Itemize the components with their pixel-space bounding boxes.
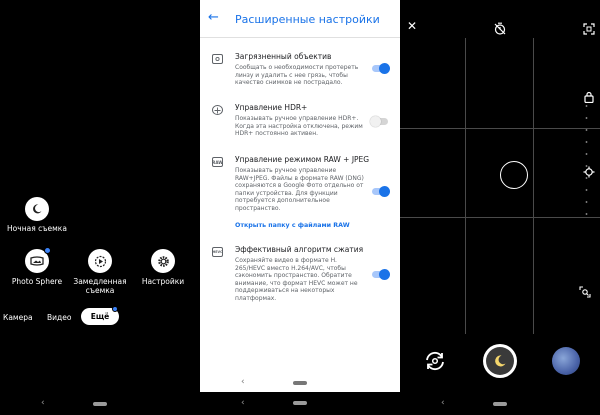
slowmo-mode-button[interactable] <box>88 249 112 273</box>
nav-home-pill[interactable] <box>93 402 107 406</box>
tab-more[interactable]: Ещё <box>81 306 119 325</box>
setting-description: Сообщать о необходимости протереть линзу… <box>235 64 359 87</box>
grid-line <box>465 38 466 334</box>
slowmo-mode-label: Замедленная съемка <box>73 277 127 295</box>
gear-icon <box>157 255 169 267</box>
timer-off-icon[interactable] <box>494 20 506 39</box>
nav-back-icon[interactable]: ‹ <box>241 398 245 408</box>
open-raw-folder-link[interactable]: Открыть папку с файлами RAW <box>235 222 350 229</box>
toggle-switch[interactable] <box>370 116 388 127</box>
advanced-settings-screen: ← Расширенные настройки Загрязненный объ… <box>200 0 400 415</box>
photosphere-mode-label: Photo Sphere <box>11 277 63 286</box>
night-shutter-icon <box>495 355 506 367</box>
setting-title: Эффективный алгоритм сжатия <box>235 245 364 254</box>
night-mode-button[interactable] <box>25 197 49 221</box>
viewfinder-screen: ✕ ‹ <box>400 0 600 415</box>
toggle-switch[interactable] <box>372 269 390 280</box>
setting-title: Управление режимом RAW + JPEG <box>235 155 370 164</box>
grid-line <box>400 128 600 129</box>
setting-description: Показывать ручное управление RAW+JPEG. Ф… <box>235 167 364 212</box>
nav-home-pill[interactable] <box>293 401 307 405</box>
settings-button[interactable] <box>151 249 175 273</box>
settings-label: Настройки <box>141 277 185 286</box>
close-icon[interactable]: ✕ <box>407 19 417 33</box>
gallery-thumbnail[interactable] <box>552 347 580 375</box>
system-nav-bar: ‹ <box>0 393 199 415</box>
system-nav-bar: ‹ <box>400 393 600 415</box>
night-mode-label: Ночная съемка <box>7 224 67 233</box>
system-nav-bar: ‹ <box>200 372 400 392</box>
shutter-inner <box>486 347 514 375</box>
camera-modes-screen: Ночная съемка Photo Sphere Замедленная с… <box>0 0 199 415</box>
photosphere-mode-button[interactable] <box>25 247 51 273</box>
page-title: Расширенные настройки <box>235 13 380 26</box>
aspect-ratio-icon[interactable] <box>583 20 595 39</box>
tab-camera[interactable]: Камера <box>3 313 33 322</box>
grid-line <box>400 217 600 218</box>
focus-circle[interactable] <box>500 161 528 189</box>
toggle-switch[interactable] <box>372 186 390 197</box>
raw-icon: RAW <box>212 157 223 167</box>
nav-home-pill[interactable] <box>493 402 507 406</box>
switch-camera-icon <box>426 351 444 371</box>
tab-more-label: Ещё <box>90 312 110 321</box>
toggle-switch[interactable] <box>372 63 390 74</box>
app-bar: ← Расширенные настройки <box>200 0 400 38</box>
hevc-icon: HEVC <box>212 247 223 257</box>
hdr-icon <box>212 105 223 115</box>
setting-title: Управление HDR+ <box>235 103 308 112</box>
nav-back-icon[interactable]: ‹ <box>441 398 445 408</box>
setting-description: Сохраняйте видео в формате H. 265/HEVC в… <box>235 257 358 302</box>
exposure-scale[interactable] <box>585 100 588 220</box>
nav-home-pill[interactable] <box>293 381 307 385</box>
switch-camera-button[interactable] <box>423 349 447 373</box>
panorama-icon <box>30 256 44 266</box>
grid-line <box>533 38 534 334</box>
shutter-button[interactable] <box>483 344 517 378</box>
slow-motion-icon <box>94 255 106 267</box>
zoom-icon[interactable] <box>579 283 591 302</box>
nav-back-icon[interactable]: ‹ <box>241 377 245 387</box>
new-badge <box>44 247 51 254</box>
setting-description: Показывать ручное управление HDR+. Когда… <box>235 115 363 138</box>
tab-video[interactable]: Видео <box>47 313 71 322</box>
back-arrow-icon[interactable]: ← <box>208 10 219 25</box>
lens-icon <box>212 54 223 64</box>
bottom-bar: ‹ <box>200 392 400 415</box>
setting-hdr-control[interactable]: Управление HDR+ Показывать ручное управл… <box>200 103 400 148</box>
new-badge <box>112 306 118 312</box>
setting-hevc[interactable]: HEVC Эффективный алгоритм сжатия Сохраня… <box>200 245 400 315</box>
setting-title: Загрязненный объектив <box>235 52 332 61</box>
setting-raw-jpeg[interactable]: RAW Управление режимом RAW + JPEG Показы… <box>200 155 400 235</box>
moon-icon <box>33 204 42 214</box>
nav-back-icon[interactable]: ‹ <box>41 398 45 408</box>
